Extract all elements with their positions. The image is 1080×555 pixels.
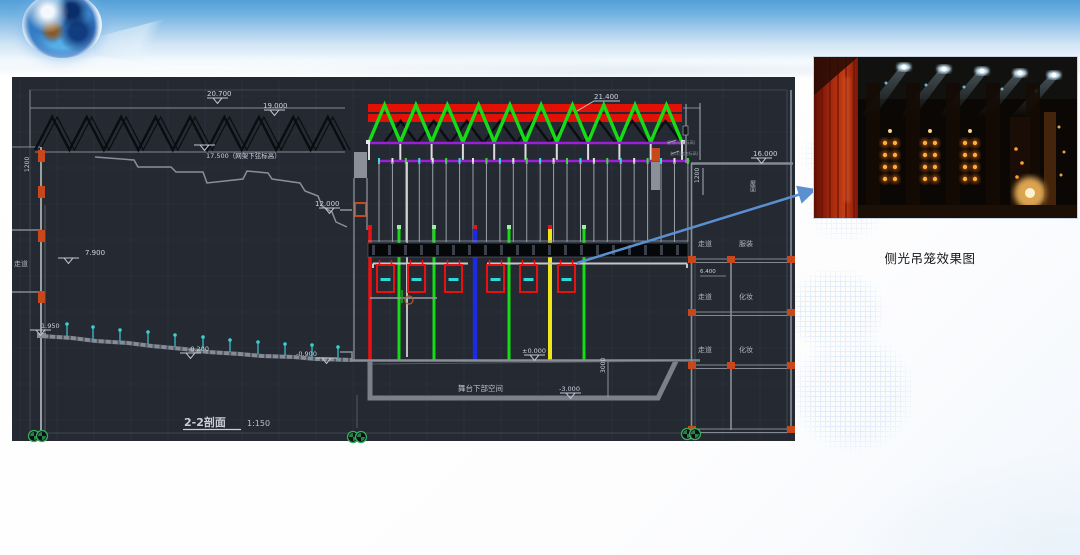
level-stage-floor: ±0.000 — [522, 347, 546, 355]
level-proscenium: 12.000 — [315, 200, 340, 208]
level-roof-right: 16.000 — [753, 150, 778, 158]
tiny-green-tag — [401, 290, 403, 303]
room-corridor-2: 走道 — [698, 292, 712, 301]
tiny-label-2: 台口(梁底标高) — [670, 150, 699, 157]
level-truss-bottom: 17.500（网架下弦标高） — [206, 151, 281, 160]
presentation-slide: 20.700 19.000 17.500（网架下弦标高） 21.400 16.0… — [0, 0, 1080, 555]
section-title: 2-2剖面 — [184, 415, 226, 429]
level-audience-low: -0.900 — [296, 350, 317, 358]
room-left: 走道 — [14, 259, 28, 268]
dim-right-wall: 1200 — [694, 168, 701, 183]
room-makeup-2: 化妆 — [739, 345, 753, 354]
level-pit-floor: -3.000 — [559, 385, 580, 393]
level-roof-top: 20.700 — [207, 90, 232, 98]
level-audience-high: 1.950 — [41, 322, 60, 330]
tiny-label-1: 栅顶(马道标高) — [667, 139, 696, 146]
red-curtain — [814, 57, 858, 218]
level-truss-top: 19.000 — [263, 102, 288, 110]
room-makeup-1: 化妆 — [739, 292, 753, 301]
understage-label: 舞台下部空间 — [458, 383, 503, 393]
photo-caption: 侧光吊笼效果图 — [843, 248, 1017, 267]
dim-pit-depth: 3000 — [600, 358, 607, 373]
side-light-cage-photo — [813, 56, 1078, 219]
dim-left-wall: 1200 — [24, 157, 31, 172]
room-costume: 服装 — [739, 239, 753, 248]
room-corridor-3: 走道 — [698, 345, 712, 354]
level-gallery: 7.900 — [85, 249, 105, 257]
level-room: 6.400 — [700, 269, 716, 275]
level-grid-top: 21.400 — [594, 93, 619, 101]
chord-end-left — [366, 140, 370, 144]
level-audience-mid: -0.200 — [188, 345, 209, 353]
catwalk-gallery — [368, 243, 688, 257]
roof-label: 屋面 — [749, 180, 756, 193]
photo-floor — [856, 205, 1077, 218]
room-corridor-1: 走道 — [698, 239, 712, 248]
section-scale: 1:150 — [247, 419, 270, 428]
